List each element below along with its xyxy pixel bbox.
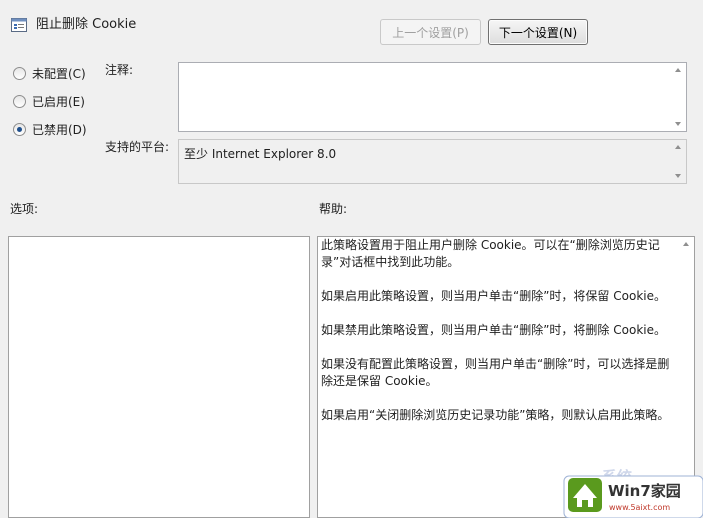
- radio-label: 未配置(C): [32, 67, 86, 81]
- radio-button[interactable]: [13, 123, 26, 136]
- watermark-url: www.5aixt.com: [609, 503, 670, 512]
- radio-button[interactable]: [13, 95, 26, 108]
- supported-platform-label: 支持的平台:: [105, 140, 170, 154]
- scroll-up-arrow[interactable]: [670, 140, 686, 154]
- supported-platform-value: 至少 Internet Explorer 8.0: [184, 147, 337, 161]
- options-label: 选项:: [10, 202, 39, 216]
- supported-platform-box: 至少 Internet Explorer 8.0: [178, 139, 687, 184]
- scroll-up-arrow[interactable]: [678, 237, 694, 251]
- help-label: 帮助:: [319, 202, 348, 216]
- radio-disabled[interactable]: 已禁用(D): [13, 121, 87, 138]
- help-scrollbar[interactable]: [678, 237, 694, 253]
- radio-label: 已启用(E): [32, 95, 85, 109]
- radio-button[interactable]: [13, 67, 26, 80]
- help-paragraph: 如果没有配置此策略设置，则当用户单击“删除”时，可以选择是删除还是保留 Cook…: [321, 357, 670, 388]
- scroll-down-arrow[interactable]: [670, 169, 686, 183]
- policy-setting-icon: [11, 18, 27, 32]
- comment-label: 注释:: [105, 63, 134, 77]
- win7-home-watermark-logo: 系统 Win7家园 www.5aixt.com: [563, 468, 703, 518]
- watermark-brand: Win7家园: [608, 482, 681, 500]
- help-text: 此策略设置用于阻止用户删除 Cookie。可以在“删除浏览历史记录”对话框中找到…: [321, 237, 673, 441]
- next-setting-button[interactable]: 下一个设置(N): [488, 19, 588, 45]
- radio-label: 已禁用(D): [32, 123, 87, 137]
- radio-enabled[interactable]: 已启用(E): [13, 93, 85, 110]
- help-paragraph: 此策略设置用于阻止用户删除 Cookie。可以在“删除浏览历史记录”对话框中找到…: [321, 238, 660, 269]
- scroll-down-arrow[interactable]: [670, 117, 686, 131]
- help-paragraph: 如果禁用此策略设置，则当用户单击“删除”时，将删除 Cookie。: [321, 323, 666, 337]
- comment-scrollbar[interactable]: [670, 63, 686, 131]
- help-paragraph: 如果启用“关闭删除浏览历史记录功能”策略，则默认启用此策略。: [321, 408, 670, 422]
- previous-setting-button[interactable]: 上一个设置(P): [380, 19, 481, 45]
- scroll-up-arrow[interactable]: [670, 63, 686, 77]
- platform-scrollbar[interactable]: [670, 140, 686, 183]
- dialog-title: 阻止删除 Cookie: [36, 17, 137, 32]
- comment-textbox[interactable]: [178, 62, 687, 132]
- help-paragraph: 如果启用此策略设置，则当用户单击“删除”时，将保留 Cookie。: [321, 289, 666, 303]
- radio-not-configured[interactable]: 未配置(C): [13, 65, 86, 82]
- options-pane: [8, 236, 310, 518]
